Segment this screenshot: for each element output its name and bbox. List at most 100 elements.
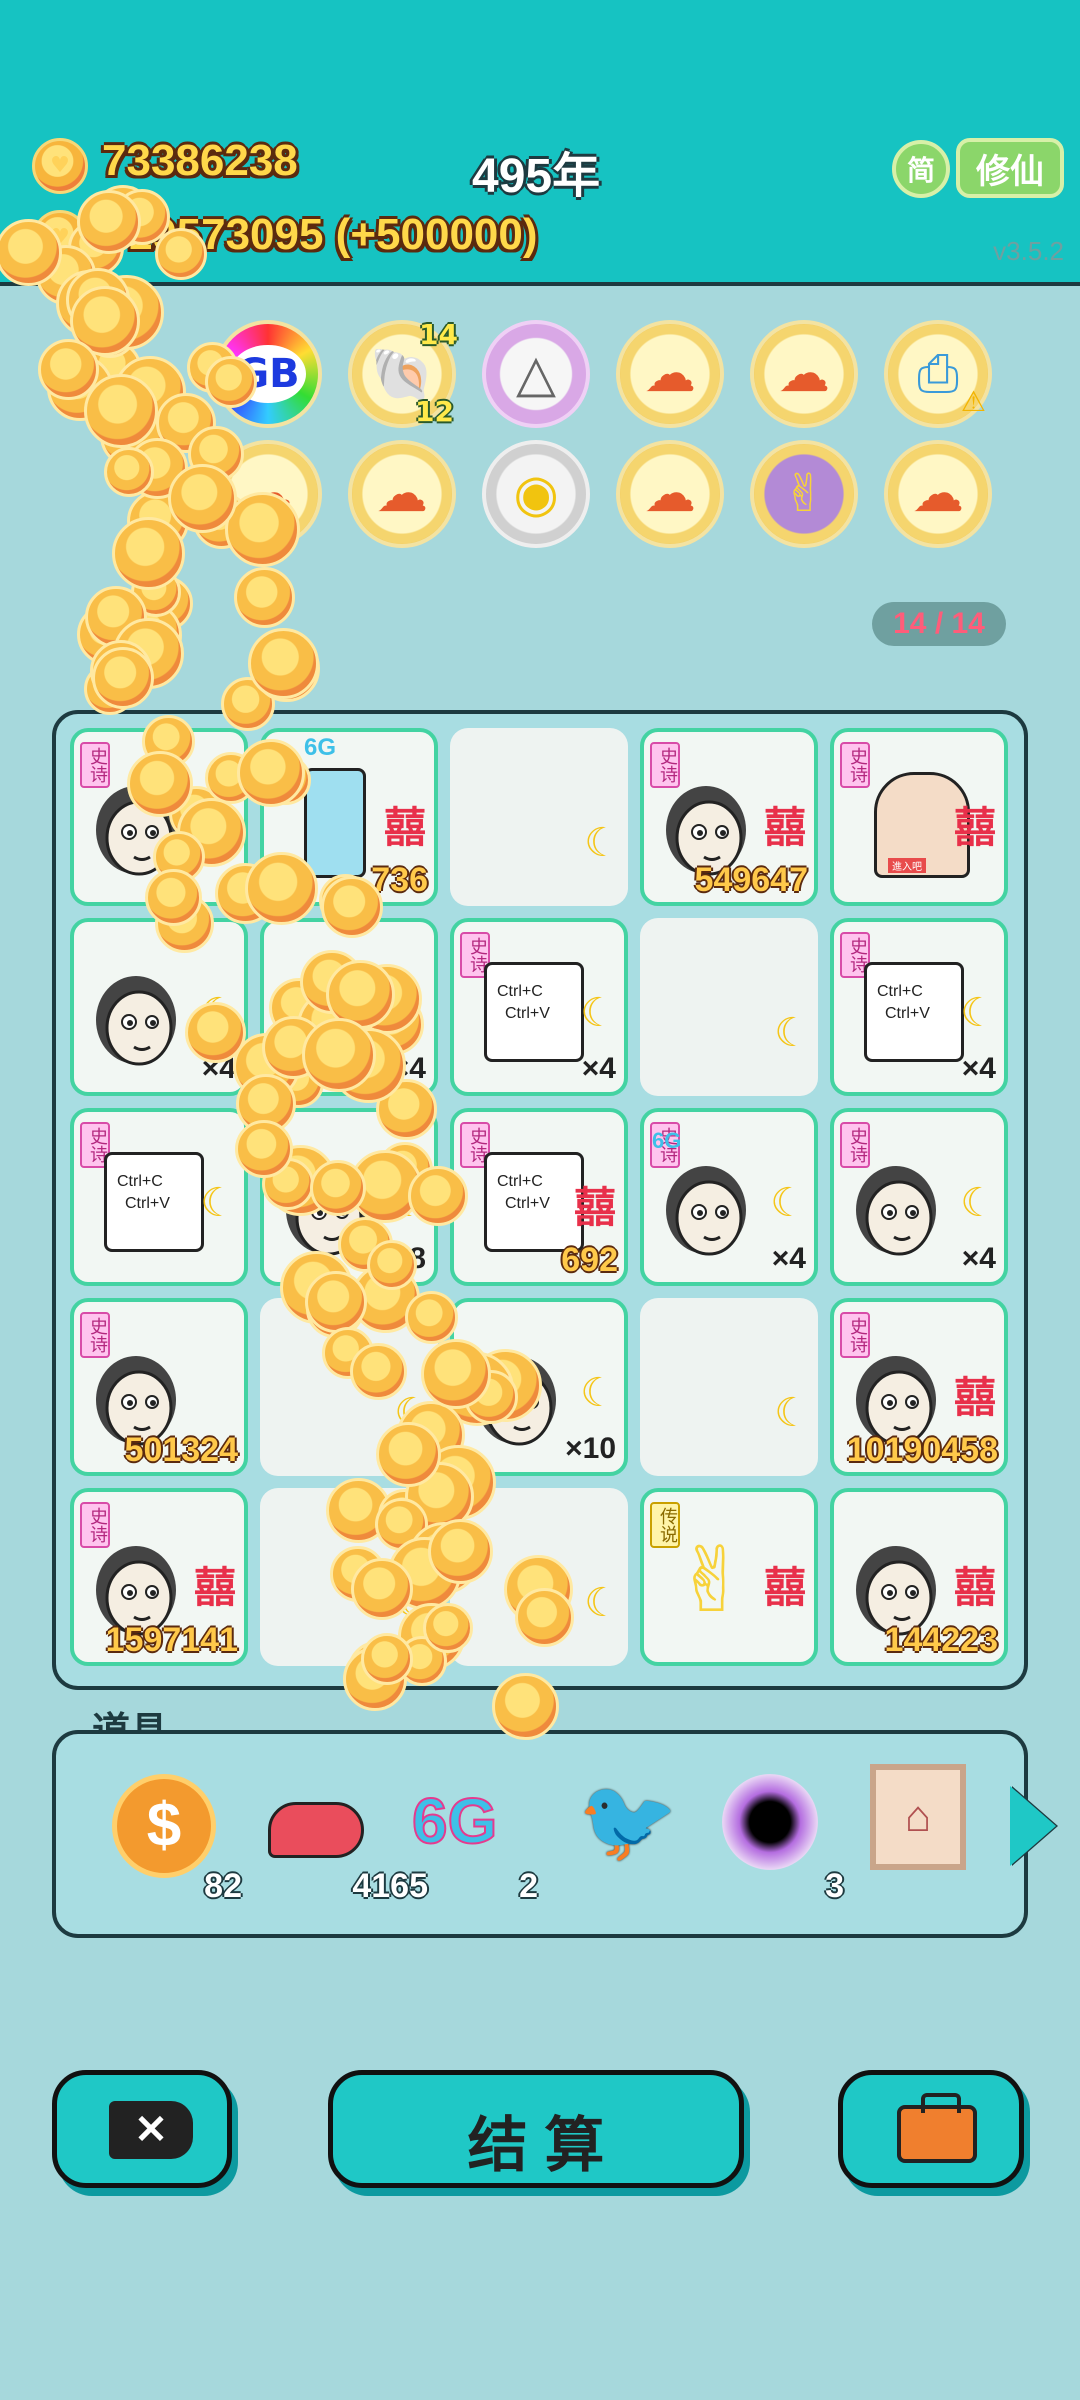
flying-coin-icon — [127, 751, 193, 817]
flying-coin-icon — [104, 447, 154, 497]
flying-coin-icon — [235, 1120, 293, 1178]
flying-coin-icon — [245, 852, 318, 925]
settle-button[interactable]: 结 算 — [328, 2070, 744, 2188]
moon-icon: ☾ — [580, 990, 616, 1036]
relic-mushroom-cloud[interactable]: ☁ — [616, 320, 724, 428]
copy-text: Ctrl+C — [877, 983, 923, 1000]
language-label: 简 — [906, 155, 935, 186]
board-cell[interactable]: 史诗 Ctrl+C Ctrl+V 囍 692 — [450, 1108, 628, 1286]
prop-dollar-coin[interactable]: $ 82 — [112, 1774, 242, 1905]
board-cell[interactable]: 史诗 ☾ 6G ×4 — [640, 1108, 818, 1286]
double-happiness-icon: 囍 — [953, 1563, 996, 1612]
paste-text: Ctrl+V — [125, 1195, 170, 1212]
flying-coin-icon — [248, 628, 319, 699]
relic-mushroom-cloud[interactable]: ☁ — [616, 440, 724, 548]
cell-value: 692 — [561, 1241, 618, 1279]
moon-icon: ☾ — [584, 1580, 620, 1626]
double-happiness-icon: 囍 — [953, 803, 996, 852]
mode-button[interactable]: 修仙 — [956, 138, 1064, 198]
flying-coin-icon — [92, 647, 154, 709]
board-cell[interactable]: 史诗 Ctrl+C Ctrl+V ☾ ×4 — [450, 918, 628, 1096]
mushroom-cloud-icon: ☁ — [778, 344, 830, 404]
flying-coin-icon — [237, 739, 305, 807]
board-cell[interactable]: 史诗 501324 — [70, 1298, 248, 1476]
board-cell[interactable]: 史诗囍 1597141 — [70, 1488, 248, 1666]
relic-mushroom-cloud[interactable]: ☁ — [348, 440, 456, 548]
black-hole-icon — [722, 1774, 818, 1870]
prop-black-hole[interactable]: 3 — [722, 1774, 844, 1905]
skirt-icon: △ — [516, 344, 556, 404]
flying-coin-icon — [205, 356, 257, 408]
flying-coin-icon — [155, 228, 207, 280]
props-next-arrow-icon[interactable] — [1010, 1786, 1056, 1866]
board-cell[interactable]: ☾ — [640, 918, 818, 1096]
flying-coin-icon — [405, 1291, 458, 1344]
flying-coin-icon — [84, 374, 158, 448]
board-cell[interactable]: 史诗囍 549647 — [640, 728, 818, 906]
copy-text: Ctrl+C — [497, 983, 543, 1000]
board-cell[interactable]: ☾ — [450, 728, 628, 906]
double-happiness-icon: 囍 — [573, 1183, 616, 1232]
cell-value: 1597141 — [105, 1621, 238, 1659]
prop-pigeon[interactable]: 🐦 — [568, 1774, 678, 1884]
printer-icon: ⎙ — [917, 343, 959, 404]
relic-shell[interactable]: 🐚 14 12 — [348, 318, 458, 428]
flying-coin-icon — [361, 1633, 413, 1685]
relic-rice-cooker[interactable]: ◉ — [482, 440, 590, 548]
board-cell[interactable]: 史诗囍 10190458 — [830, 1298, 1008, 1476]
settle-label: 结 算 — [467, 2112, 605, 2179]
cell-value: 501324 — [124, 1431, 238, 1469]
trap-label: 進入吧 — [888, 858, 926, 873]
moon-icon: ☾ — [580, 1370, 616, 1416]
flying-coin-icon — [234, 567, 295, 628]
cell-value: 144223 — [884, 1621, 998, 1659]
language-button[interactable]: 简 — [892, 140, 950, 198]
prop-liver[interactable]: 4165 — [268, 1774, 428, 1905]
flying-coin-icon — [351, 1558, 413, 1620]
flying-coin-icon — [310, 1160, 366, 1216]
flying-coin-icon — [367, 1240, 417, 1290]
copy-text: Ctrl+C — [497, 1173, 543, 1190]
fridge-icon — [304, 768, 366, 878]
rock-hand-icon: ✌ — [674, 1528, 750, 1633]
moon-icon: ☾ — [960, 1180, 996, 1226]
flying-coin-icon — [321, 876, 383, 938]
relic-mushroom-cloud[interactable]: ☁ — [884, 440, 992, 548]
prop-trap-frame[interactable]: ⌂ — [870, 1764, 970, 1874]
prop-6g[interactable]: 6G 2 — [411, 1774, 538, 1905]
discard-button[interactable]: ✕ — [52, 2070, 232, 2188]
flying-coin-icon — [428, 1519, 493, 1584]
flying-coin-icon — [423, 1603, 473, 1653]
board-cell[interactable]: 史诗 ☾ ×4 — [830, 1108, 1008, 1286]
flying-coin-icon — [492, 1673, 559, 1740]
moon-icon: ☾ — [774, 1390, 810, 1436]
double-happiness-icon: 囍 — [383, 803, 426, 852]
cell-multiplier: ×4 — [961, 1052, 996, 1085]
relic-skirt[interactable]: △ — [482, 320, 590, 428]
moon-icon: ☾ — [774, 1010, 810, 1056]
cell-value: 549647 — [694, 861, 808, 899]
prop-count: 2 — [519, 1867, 538, 1905]
flying-coin-icon — [350, 1343, 407, 1400]
face-symbol-icon — [856, 1166, 936, 1256]
6g-icon: 6G — [411, 1784, 498, 1858]
flying-coin-icon — [145, 869, 202, 926]
relic-mushroom-cloud[interactable]: ☁ — [750, 320, 858, 428]
board-cell[interactable]: ☾ — [640, 1298, 818, 1476]
briefcase-handle-icon — [921, 2093, 961, 2113]
board-cell[interactable]: 囍 144223 — [830, 1488, 1008, 1666]
moon-icon: ☾ — [960, 990, 996, 1036]
6g-badge: 6G — [304, 734, 337, 761]
flying-coin-icon — [515, 1588, 574, 1647]
board-cell[interactable]: 史诗 Ctrl+C Ctrl+V ☾ ×4 — [830, 918, 1008, 1096]
board-cell[interactable]: 史诗 進入吧 囍 — [830, 728, 1008, 906]
mushroom-cloud-icon: ☁ — [644, 344, 696, 404]
liver-icon — [268, 1802, 364, 1858]
board-cell[interactable]: 史诗 Ctrl+C Ctrl+V ☾ — [70, 1108, 248, 1286]
flying-coin-icon — [408, 1166, 468, 1226]
flying-coin-icon — [112, 517, 185, 590]
board-cell[interactable]: 传说 ✌ 囍 — [640, 1488, 818, 1666]
relic-printer[interactable]: ⎙ ⚠ — [884, 320, 992, 428]
inventory-button[interactable] — [838, 2070, 1024, 2188]
relic-rock-hand[interactable]: ✌ — [750, 440, 858, 548]
